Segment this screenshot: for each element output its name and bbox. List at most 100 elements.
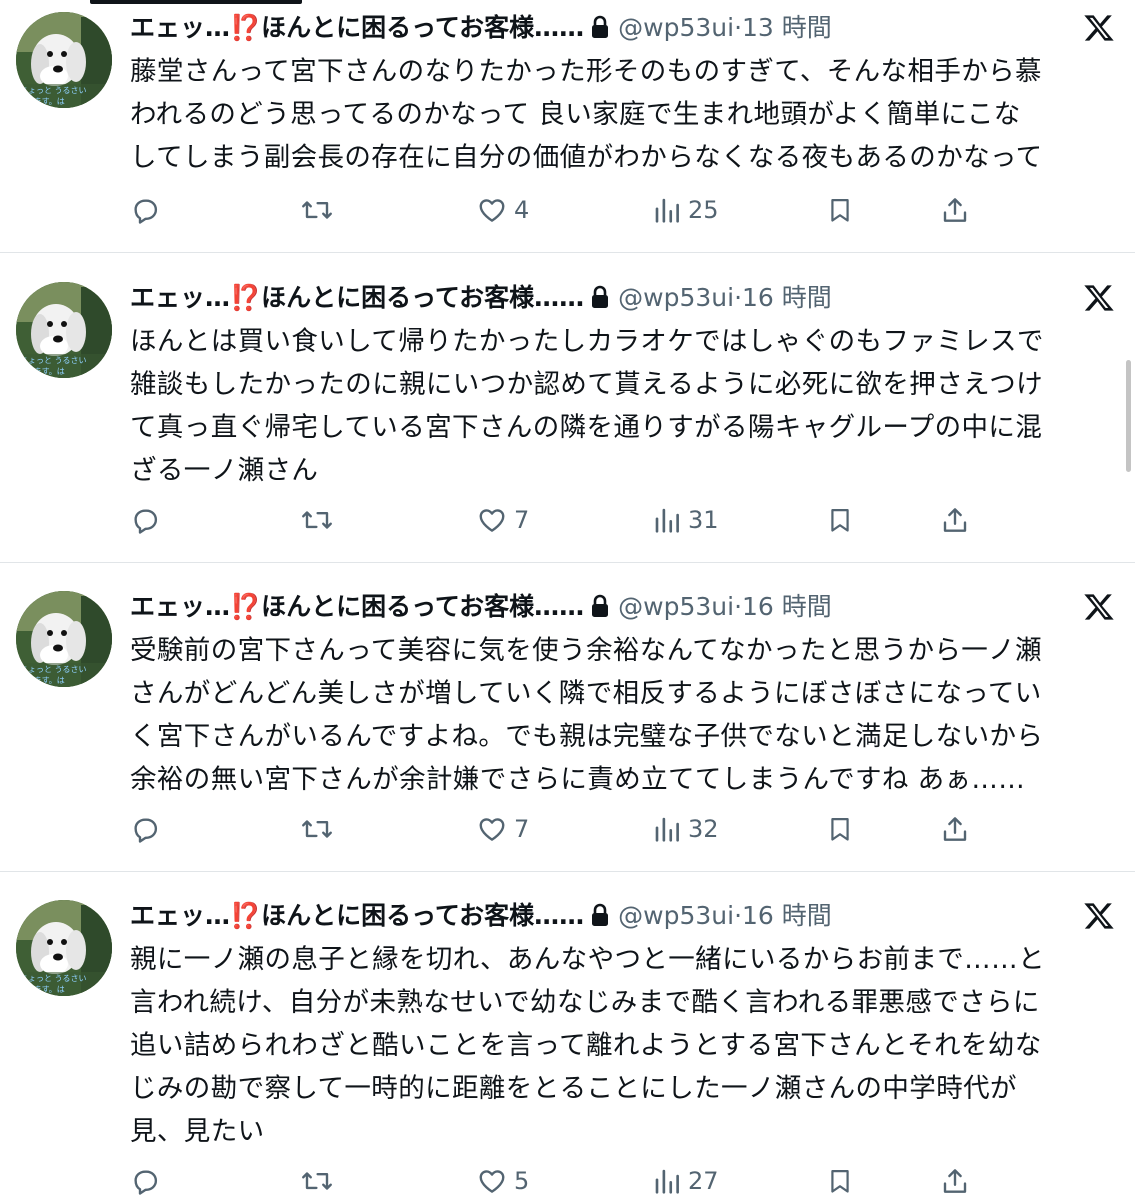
retweet-icon xyxy=(302,201,332,219)
tweet-text-line: て真っ直ぐ帰宅している宮下さんの隣を通りすがる陽キャグループの中に混 xyxy=(130,412,1043,443)
display-name[interactable]: エェッ…⁉️ほんとに困るってお客様…… xyxy=(130,901,584,930)
like-button[interactable]: 4 xyxy=(476,193,529,227)
tweet-text: 親に一ノ瀬の息子と縁を切れ、あんなやつと一緒にいるからお前まで……と 言われ続け、… xyxy=(130,938,1120,1153)
views-icon xyxy=(655,1169,679,1194)
tweet-header: エェッ…⁉️ほんとに困るってお客様…… @wp53ui·13 時間 xyxy=(130,10,1115,46)
display-name[interactable]: エェッ…⁉️ほんとに困るってお客様…… xyxy=(130,283,584,312)
bookmark-icon xyxy=(831,508,849,532)
timestamp[interactable]: 16 時間 xyxy=(742,901,832,930)
view-count: 27 xyxy=(688,1167,719,1195)
share-icon xyxy=(943,198,967,222)
bookmark-icon xyxy=(831,817,849,841)
like-button[interactable]: 7 xyxy=(476,503,529,537)
x-logo-icon xyxy=(1084,594,1114,620)
views-button[interactable]: 27 xyxy=(652,1164,719,1198)
avatar[interactable]: ちょっと うるさい てます。は xyxy=(16,12,112,108)
avatar[interactable]: ちょっと うるさい てます。は xyxy=(16,900,112,996)
views-button[interactable]: 31 xyxy=(652,503,719,537)
tweet-text-line: 見、見たい xyxy=(130,1116,265,1147)
like-count: 7 xyxy=(514,506,530,534)
retweet-icon xyxy=(302,511,332,529)
avatar-caption-line2: てます。は xyxy=(26,676,65,685)
avatar[interactable]: ちょっと うるさい てます。は xyxy=(16,591,112,687)
share-button[interactable] xyxy=(940,193,970,227)
share-icon xyxy=(943,1169,967,1193)
timestamp[interactable]: 16 時間 xyxy=(742,283,832,312)
tweet-item[interactable]: ちょっと うるさい てます。は エェッ…⁉️ほんとに困るってお客様…… @wp53… xyxy=(0,270,1135,563)
user-handle[interactable]: @wp53ui xyxy=(618,283,734,312)
like-button[interactable]: 7 xyxy=(476,812,529,846)
x-logo-icon xyxy=(1084,285,1114,311)
reply-icon xyxy=(134,818,158,843)
retweet-button[interactable] xyxy=(300,812,334,846)
like-icon xyxy=(479,818,505,841)
timestamp[interactable]: 13 時間 xyxy=(742,13,832,42)
separator-dot: · xyxy=(734,592,743,621)
tweet-text-line: われるのどう思ってるのかなって 良い家庭で生まれ地頭がよく簡単にこな xyxy=(130,99,1021,130)
views-button[interactable]: 25 xyxy=(652,193,719,227)
tweet-text-line: ざる一ノ瀬さん xyxy=(130,455,319,486)
views-icon xyxy=(655,508,679,533)
reply-button[interactable] xyxy=(130,1164,160,1198)
x-logo-icon xyxy=(1084,15,1114,41)
like-icon xyxy=(479,509,505,532)
tweet-actions: 4 25 xyxy=(130,193,990,227)
display-name[interactable]: エェッ…⁉️ほんとに困るってお客様…… xyxy=(130,13,584,42)
tweet-text-line: 余裕の無い宮下さんが余計嫌でさらに責め立ててしまうんですね あぁ…… xyxy=(130,764,1026,795)
bookmark-button[interactable] xyxy=(826,1164,854,1198)
share-button[interactable] xyxy=(940,503,970,537)
tweet-text-line: 受験前の宮下さんって美容に気を使う余裕なんてなかったと思うから一ノ瀬 xyxy=(130,635,1042,666)
reply-button[interactable] xyxy=(130,193,160,227)
tweet-text-line: じみの勘で察して一時的に距離をとることにした一ノ瀬さんの中学時代が xyxy=(130,1073,1017,1104)
share-icon xyxy=(943,508,967,532)
bookmark-button[interactable] xyxy=(826,812,854,846)
tweet-text-line: さんがどんどん美しさが増していく隣で相反するようにぼさぼさになってい xyxy=(130,678,1042,709)
reply-button[interactable] xyxy=(130,503,160,537)
view-count: 31 xyxy=(688,506,719,534)
lock-icon xyxy=(592,15,609,38)
reply-button[interactable] xyxy=(130,812,160,846)
like-button[interactable]: 5 xyxy=(476,1164,529,1198)
user-handle[interactable]: @wp53ui xyxy=(618,592,734,621)
lock-icon xyxy=(592,285,609,308)
bookmark-button[interactable] xyxy=(826,503,854,537)
retweet-button[interactable] xyxy=(300,503,334,537)
tweet-text-line: く宮下さんがいるんですよね。でも親は完璧な子供でないと満足しないから xyxy=(130,721,1044,752)
tweet-text-line: 親に一ノ瀬の息子と縁を切れ、あんなやつと一緒にいるからお前まで……と xyxy=(130,944,1045,975)
bookmark-button[interactable] xyxy=(826,193,854,227)
x-logo-icon xyxy=(1084,903,1114,929)
view-count: 25 xyxy=(688,196,719,224)
share-button[interactable] xyxy=(940,812,970,846)
avatar-caption-line1: ちょっと うるさい xyxy=(20,974,87,983)
lock-icon xyxy=(592,903,609,926)
display-name[interactable]: エェッ…⁉️ほんとに困るってお客様…… xyxy=(130,592,584,621)
tweet-item[interactable]: ちょっと うるさい てます。は エェッ…⁉️ほんとに困るってお客様…… @wp53… xyxy=(0,579,1135,872)
tweet-item[interactable]: ちょっと うるさい てます。は エェッ…⁉️ほんとに困るってお客様…… @wp53… xyxy=(0,0,1135,253)
retweet-button[interactable] xyxy=(300,193,334,227)
share-button[interactable] xyxy=(940,1164,970,1198)
retweet-icon xyxy=(302,1172,332,1190)
avatar-caption-line2: てます。は xyxy=(26,367,65,376)
separator-dot: · xyxy=(734,13,743,42)
tweet-header: エェッ…⁉️ほんとに困るってお客様…… @wp53ui·16 時間 xyxy=(130,589,1115,625)
views-button[interactable]: 32 xyxy=(652,812,719,846)
retweet-button[interactable] xyxy=(300,1164,334,1198)
tweet-item[interactable]: ちょっと うるさい てます。は エェッ…⁉️ほんとに困るってお客様…… @wp53… xyxy=(0,888,1135,1199)
timestamp[interactable]: 16 時間 xyxy=(742,592,832,621)
separator-dot: · xyxy=(734,283,743,312)
view-count: 32 xyxy=(688,815,719,843)
reply-icon xyxy=(134,509,158,534)
share-icon xyxy=(943,817,967,841)
user-handle[interactable]: @wp53ui xyxy=(618,13,734,42)
bookmark-icon xyxy=(831,1169,849,1193)
like-icon xyxy=(479,199,505,222)
tweet-text-line: 言われ続け、自分が未熟なせいで幼なじみまで酷く言われる罪悪感でさらに xyxy=(130,987,1040,1018)
user-handle[interactable]: @wp53ui xyxy=(618,901,734,930)
tweet-text: 受験前の宮下さんって美容に気を使う余裕なんてなかったと思うから一ノ瀬 さんがどんど… xyxy=(130,629,1120,801)
reply-icon xyxy=(134,199,158,224)
tweet-text-line: 追い詰められわざと酷いことを言って離れようとする宮下さんとそれを幼な xyxy=(130,1030,1042,1061)
avatar-caption-line2: てます。は xyxy=(26,97,65,106)
separator-dot: · xyxy=(734,901,743,930)
avatar[interactable]: ちょっと うるさい てます。は xyxy=(16,282,112,378)
scrollbar[interactable] xyxy=(1126,360,1131,472)
